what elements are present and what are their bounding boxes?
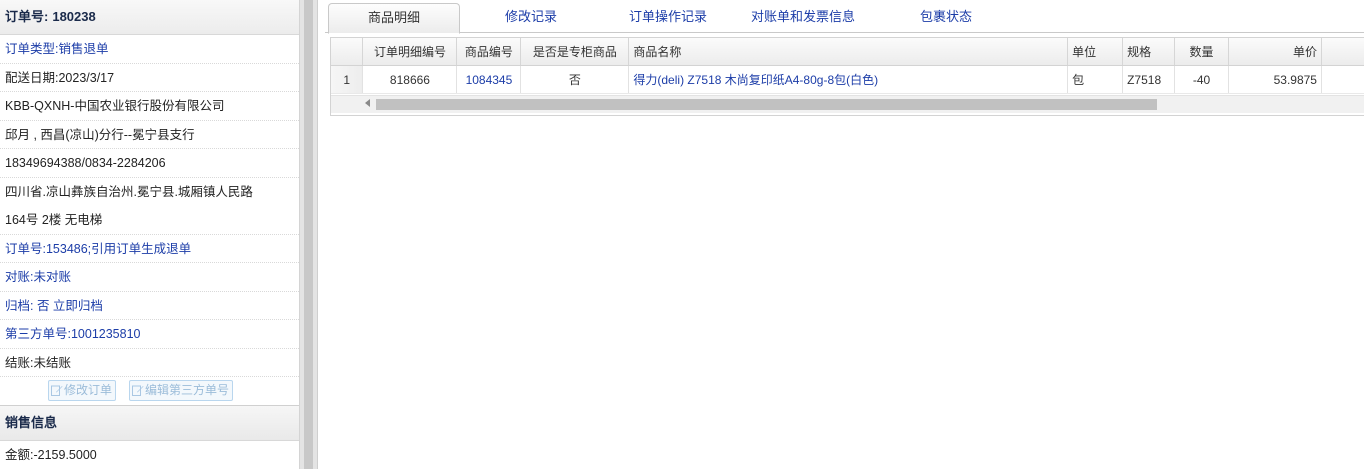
product-name-link[interactable]: 得力(deli) Z7518 木尚复印纸A4-80g-8包(白色) [628,65,1069,94]
price-cell: 53.9875 [1228,65,1322,94]
horizontal-scrollbar[interactable] [331,95,1364,113]
spec-cell: Z7518 [1122,65,1176,94]
sales-info-header: 销售信息 [0,406,299,441]
tab-bar: 商品明细 修改记录 订单操作记录 对账单和发票信息 包裹状态 [325,0,1364,34]
tab-statement-invoice[interactable]: 对账单和发票信息 [738,3,868,31]
column-header-detail-id[interactable]: 订单明细编号 [362,38,458,66]
column-header-product-code[interactable]: 商品编号 [456,38,522,66]
order-type-row: 订单类型:销售退单 [0,35,299,64]
phone-row: 18349694388/0834-2284206 [0,149,299,178]
customer-company-row: KBB-QXNH-中国农业银行股份有限公司 [0,92,299,121]
row-number-header [331,38,364,66]
tab-modification-log[interactable]: 修改记录 [466,3,596,31]
unit-cell: 包 [1067,65,1124,94]
contact-branch-row: 邱月 , 西昌(凉山)分行--冕宁县支行 [0,121,299,149]
column-header-qty[interactable]: 数量 [1174,38,1230,66]
product-detail-table: 订单明细编号 商品编号 是否是专柜商品 商品名称 单位 规格 数量 单价 1 8… [331,38,1364,94]
qty-cell: -40 [1174,65,1230,94]
tab-product-details[interactable]: 商品明细 [328,3,460,34]
scroll-left-arrow-icon[interactable] [365,99,370,107]
edit-third-party-number-button[interactable]: 编辑第三方单号 [129,380,234,401]
order-number-header: 订单号: 180238 [0,0,299,35]
product-detail-grid: 订单明细编号 商品编号 是否是专柜商品 商品名称 单位 规格 数量 单价 1 8… [330,37,1364,116]
panel-splitter[interactable] [300,0,318,469]
scrollbar-thumb[interactable] [376,99,1157,110]
column-header-filler [1321,38,1364,66]
settlement-row: 结账:未结账 [0,349,299,377]
address-row-1: 四川省.凉山彝族自治州.冕宁县.城厢镇人民路 [5,184,253,199]
order-info-panel: 订单号: 180238 订单类型:销售退单 配送日期:2023/3/17 KBB-… [0,0,300,469]
edit-order-label: 修改订单 [64,383,113,397]
filler-cell [1321,65,1364,94]
edit-icon [51,385,63,396]
edit-third-party-number-label: 编辑第三方单号 [145,383,230,397]
table-row[interactable]: 1 818666 1084345 否 得力(deli) Z7518 木尚复印纸A… [331,65,1364,94]
column-header-unit[interactable]: 单位 [1067,38,1124,66]
reference-order-row: 订单号:153486;引用订单生成退单 [0,235,299,263]
column-header-spec[interactable]: 规格 [1122,38,1176,66]
column-header-is-counter[interactable]: 是否是专柜商品 [520,38,630,66]
tab-order-operation-log[interactable]: 订单操作记录 [601,3,735,31]
order-number-value: 180238 [52,9,96,24]
order-actions: 修改订单 编辑第三方单号 [0,377,299,406]
column-header-product-name[interactable]: 商品名称 [628,38,1069,66]
column-header-price[interactable]: 单价 [1228,38,1322,66]
address-row-2: 164号 2楼 无电梯 [0,206,299,235]
reconciliation-row: 对账:未对账 [0,263,299,292]
is-counter-cell: 否 [520,65,630,94]
order-detail-area: 商品明细 修改记录 订单操作记录 对账单和发票信息 包裹状态 订单明细编号 商品… [325,0,1364,469]
archive-row: 归档: 否 立即归档 [0,292,299,320]
detail-id-cell: 818666 [362,65,458,94]
amount-row: 金额:-2159.5000 [0,441,299,469]
order-number-label: 订单号: [5,9,49,24]
edit-icon [132,385,144,396]
product-code-link[interactable]: 1084345 [456,65,522,94]
grid-header-row: 订单明细编号 商品编号 是否是专柜商品 商品名称 单位 规格 数量 单价 [331,38,1364,66]
third-party-number-row: 第三方单号:1001235810 [0,320,299,349]
edit-order-button[interactable]: 修改订单 [48,380,117,401]
delivery-date-row: 配送日期:2023/3/17 [0,64,299,92]
tab-package-status[interactable]: 包裹状态 [885,3,1007,31]
splitter-handle[interactable] [304,0,313,469]
row-number: 1 [331,65,364,94]
